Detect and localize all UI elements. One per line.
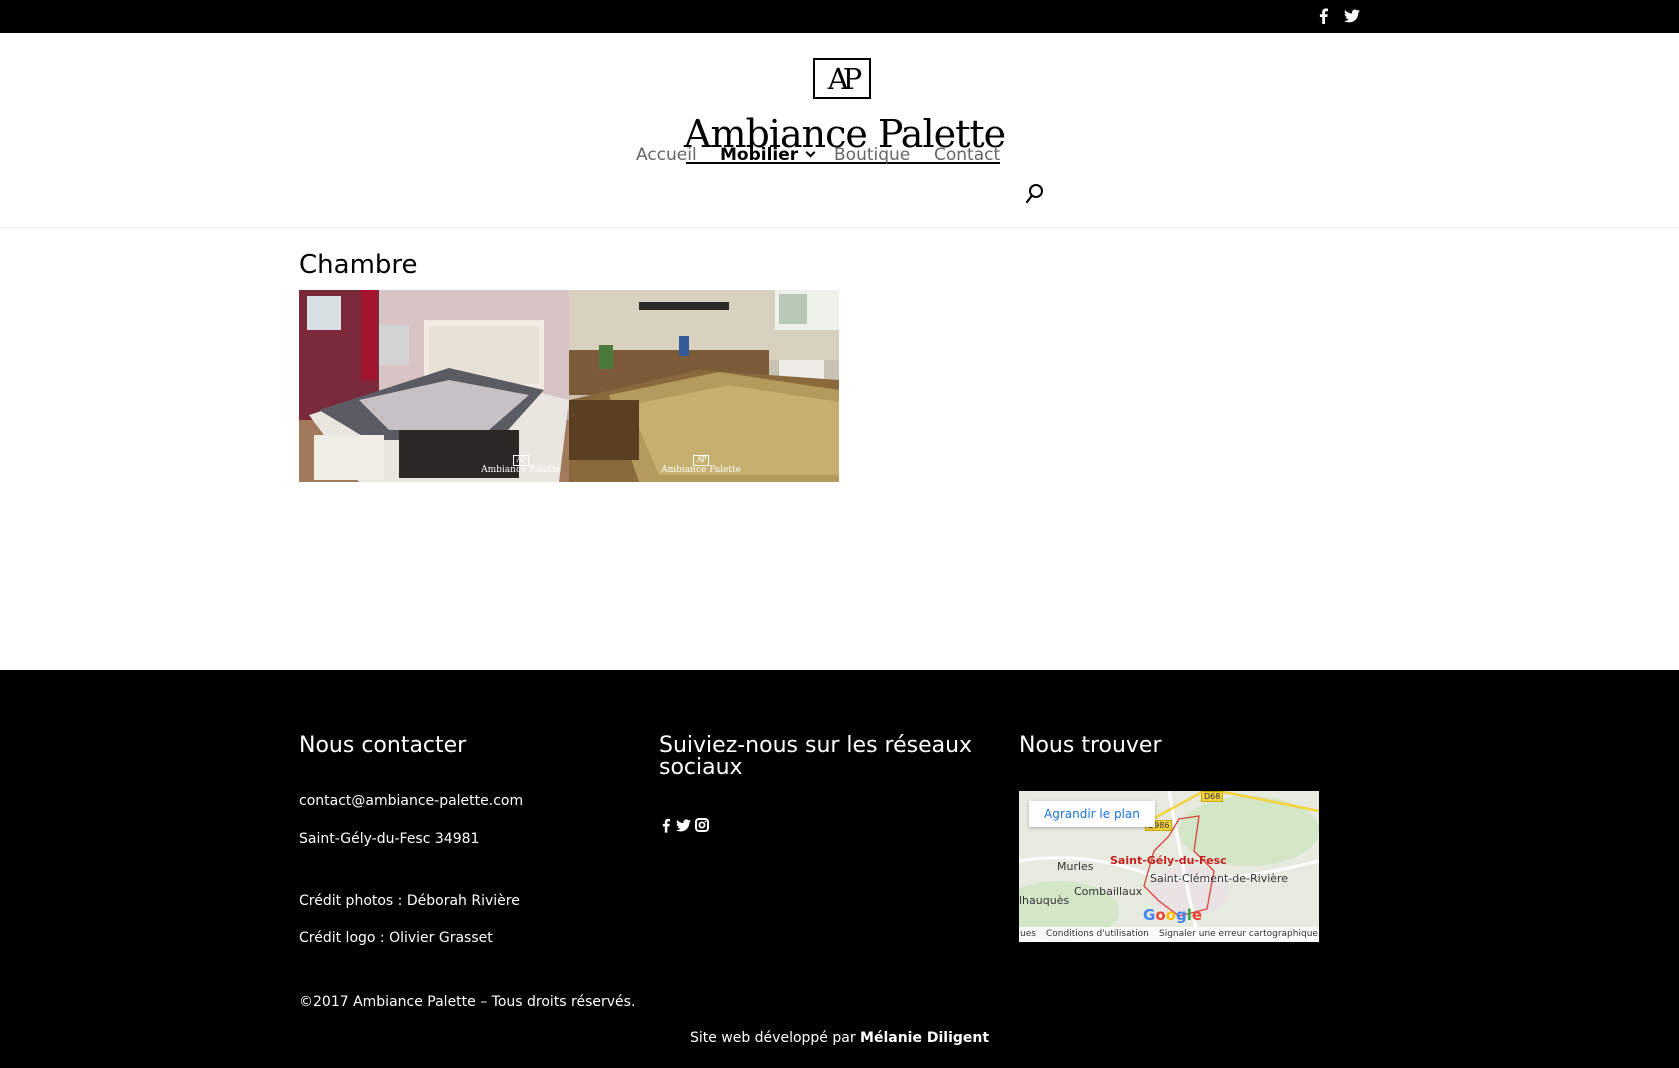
email-link[interactable]: contact@ambiance-palette.com [299, 793, 523, 809]
embedded-map[interactable]: D68 D986 Agrandir le plan Saint-Gély-du-… [1019, 791, 1319, 942]
map-place-label: Saint-Gély-du-Fesc [1110, 854, 1227, 867]
map-report-link[interactable]: Signaler une erreur cartographique [1159, 929, 1318, 939]
enlarge-map-button[interactable]: Agrandir le plan [1029, 801, 1155, 827]
instagram-icon[interactable] [694, 816, 710, 834]
copyright-text: ©2017 Ambiance Palette – Tous droits rés… [299, 994, 636, 1010]
site-header: AP Ambiance Palette [0, 33, 1679, 228]
nav-item-contact[interactable]: Contact [934, 145, 1000, 165]
gallery-photo[interactable]: AP Ambiance Palette [569, 290, 839, 482]
map-place-label: Murles [1057, 860, 1094, 873]
facebook-icon[interactable] [661, 816, 671, 834]
nav-item-boutique[interactable]: Boutique [834, 145, 910, 165]
nav-item-label: Mobilier [720, 145, 799, 165]
road-label: D68 [1201, 791, 1224, 802]
top-bar [0, 0, 1679, 33]
logo-monogram: AP [813, 58, 871, 99]
logo-credit: Crédit logo : Olivier Grasset [299, 930, 493, 946]
gallery: AP Ambiance Palette AP Ambiance Palette [299, 290, 839, 482]
twitter-icon[interactable] [675, 816, 691, 834]
twitter-icon[interactable] [1343, 7, 1361, 25]
google-logo: Google [1143, 906, 1203, 924]
map-place-label: Saint-Clément-de-Rivière [1150, 872, 1289, 885]
photo-watermark: AP Ambiance Palette [481, 455, 561, 476]
contact-email[interactable]: contact@ambiance-palette.com [299, 793, 523, 809]
page-title: Chambre [299, 250, 418, 280]
footer-heading-social: Suiviez-nous sur les réseaux sociaux [659, 733, 973, 780]
developer-credit-prefix: Site web développé par [689, 1030, 856, 1046]
gallery-photo[interactable]: AP Ambiance Palette [299, 290, 569, 482]
map-place-label: lhauquès [1019, 894, 1070, 907]
photo-credit: Crédit photos : Déborah Rivière [299, 893, 520, 909]
map-footer: ues Conditions d'utilisation Signaler un… [1019, 927, 1319, 942]
developer-credit: Site web développé par Mélanie Diligent [0, 1030, 1679, 1046]
footer-heading-contact: Nous contacter [299, 733, 467, 758]
photo-watermark: AP Ambiance Palette [661, 455, 741, 476]
nav-item-mobilier[interactable]: Mobilier [720, 145, 816, 165]
site-logo[interactable]: AP Ambiance Palette [684, 58, 1006, 190]
search-icon[interactable] [1025, 183, 1045, 205]
map-place-label: Combaillaux [1074, 885, 1143, 898]
chevron-down-icon [805, 147, 816, 158]
contact-address: Saint-Gély-du-Fesc 34981 [299, 831, 480, 847]
map-terms-link[interactable]: Conditions d'utilisation [1046, 929, 1149, 939]
map-footer-text: ues [1020, 929, 1036, 939]
facebook-icon[interactable] [1316, 7, 1330, 25]
developer-name[interactable]: Mélanie Diligent [860, 1030, 989, 1046]
site-footer: Nous contacter contact@ambiance-palette.… [0, 670, 1679, 1068]
footer-heading-find: Nous trouver [1019, 733, 1162, 758]
nav-item-accueil[interactable]: Accueil [636, 145, 697, 165]
